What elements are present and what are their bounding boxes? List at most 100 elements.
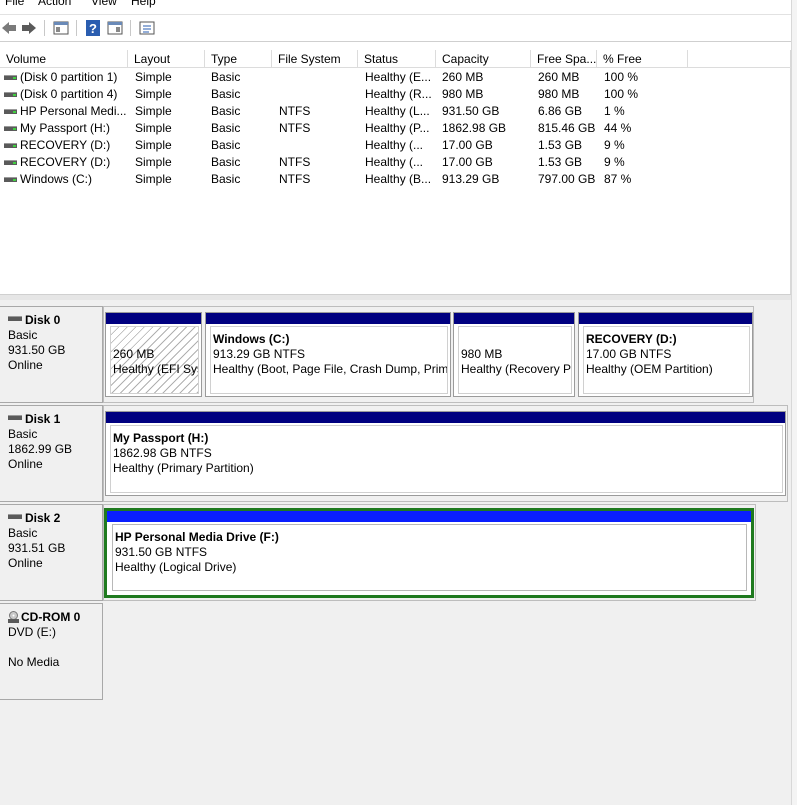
menu-action[interactable]: Action xyxy=(38,0,71,8)
disk-2-partitions: HP Personal Media Drive (F:) 931.50 GB N… xyxy=(103,504,756,601)
partition-title: Windows (C:) xyxy=(213,332,290,346)
cell-percent-free: 100 % xyxy=(604,70,639,84)
volume-row[interactable]: My Passport (H:) Simple Basic NTFS Healthy (… xyxy=(0,120,791,137)
partition-windows-c[interactable]: Windows (C:) 913.29 GB NTFS Healthy (Boo… xyxy=(205,312,451,397)
cell-volume: RECOVERY (D:) xyxy=(20,155,111,169)
cell-volume: RECOVERY (D:) xyxy=(20,138,111,152)
disk-0-partitions: 260 MB Healthy (EFI Syst Windows (C:) 91… xyxy=(103,306,754,403)
toolbar: ? xyxy=(0,14,797,42)
cell-layout: Simple xyxy=(135,155,172,169)
partition-status: Healthy (Primary Partition) xyxy=(113,461,254,475)
cell-volume: Windows (C:) xyxy=(20,172,93,186)
partition-size: 260 MB xyxy=(113,347,155,361)
volume-row[interactable]: RECOVERY (D:) Simple Basic NTFS Healthy (...… xyxy=(0,154,791,171)
cell-status: Healthy (R... xyxy=(365,87,432,101)
cell-volume: (Disk 0 partition 4) xyxy=(20,87,118,101)
disk-map: Disk 0 Basic 931.50 GB Online 260 MB Hea… xyxy=(0,300,791,805)
cell-status: Healthy (E... xyxy=(365,70,432,84)
forward-arrow-icon[interactable] xyxy=(20,19,38,37)
menu-bar: File Action View Help xyxy=(0,0,797,12)
cell-type: Basic xyxy=(211,121,241,135)
partition-bar xyxy=(579,313,752,324)
column-header-volume[interactable]: Volume xyxy=(0,50,128,68)
cell-status: Healthy (... xyxy=(365,155,424,169)
menu-help[interactable]: Help xyxy=(131,0,156,8)
volume-row[interactable]: (Disk 0 partition 4) Simple Basic Healthy (… xyxy=(0,86,791,103)
back-arrow-icon[interactable] xyxy=(0,19,18,37)
column-header-status[interactable]: Status xyxy=(358,50,436,68)
column-header-capacity[interactable]: Capacity xyxy=(436,50,531,68)
cell-percent-free: 9 % xyxy=(604,155,625,169)
partition-size: 1862.98 GB NTFS xyxy=(113,446,212,460)
partition-size: 980 MB xyxy=(461,347,503,361)
settings-list-icon[interactable] xyxy=(138,19,156,37)
disk-2-label[interactable]: Disk 2 Basic 931.51 GB Online xyxy=(0,504,103,601)
cell-percent-free: 44 % xyxy=(604,121,632,135)
volume-row[interactable]: Windows (C:) Simple Basic NTFS Healthy (B...… xyxy=(0,171,791,188)
disk-1-label[interactable]: Disk 1 Basic 1862.99 GB Online xyxy=(0,405,103,502)
partition-bar xyxy=(107,511,751,522)
cell-capacity: 1862.98 GB xyxy=(442,121,507,135)
cell-layout: Simple xyxy=(135,104,172,118)
volume-drive-icon xyxy=(4,126,17,131)
properties-icon[interactable] xyxy=(106,19,124,37)
partition-bar xyxy=(106,313,201,324)
partition-bar xyxy=(206,313,450,324)
column-header-free-space[interactable]: Free Spa... xyxy=(531,50,597,68)
partition-recovery-d[interactable]: RECOVERY (D:) 17.00 GB NTFS Healthy (OEM… xyxy=(578,312,753,397)
vertical-scrollbar[interactable] xyxy=(791,0,797,805)
partition-body: My Passport (H:) 1862.98 GB NTFS Healthy… xyxy=(110,425,783,493)
console-tree-icon[interactable] xyxy=(52,19,70,37)
cdrom-0-name: CD-ROM 0 xyxy=(21,610,81,624)
cell-free-space: 260 MB xyxy=(538,70,580,84)
disk-0-type: Basic xyxy=(8,328,38,342)
partition-hp-personal-media-f[interactable]: HP Personal Media Drive (F:) 931.50 GB N… xyxy=(104,508,754,598)
cell-percent-free: 100 % xyxy=(604,87,639,101)
volume-list-header: Volume Layout Type File System Status Ca… xyxy=(0,50,791,68)
partition-size: 931.50 GB NTFS xyxy=(115,545,208,559)
partition-efi[interactable]: 260 MB Healthy (EFI Syst xyxy=(105,312,202,397)
cell-layout: Simple xyxy=(135,70,172,84)
volume-row[interactable]: (Disk 0 partition 1) Simple Basic Healthy (… xyxy=(0,69,791,86)
cell-percent-free: 9 % xyxy=(604,138,625,152)
cell-free-space: 797.00 GB xyxy=(538,172,596,186)
cell-free-space: 1.53 GB xyxy=(538,155,583,169)
cell-status: Healthy (B... xyxy=(365,172,432,186)
column-header-file-system[interactable]: File System xyxy=(272,50,358,68)
partition-status: Healthy (OEM Partition) xyxy=(586,362,713,376)
column-header-layout[interactable]: Layout xyxy=(128,50,205,68)
toolbar-separator xyxy=(44,20,45,36)
disk-1-size: 1862.99 GB xyxy=(8,442,73,456)
volume-row[interactable]: RECOVERY (D:) Simple Basic Healthy (... 17.0… xyxy=(0,137,791,154)
partition-body: HP Personal Media Drive (F:) 931.50 GB N… xyxy=(112,524,747,591)
cell-file-system: NTFS xyxy=(279,172,311,186)
cell-layout: Simple xyxy=(135,121,172,135)
disk-0-label[interactable]: Disk 0 Basic 931.50 GB Online xyxy=(0,306,103,403)
cell-capacity: 931.50 GB xyxy=(442,104,500,118)
cell-status: Healthy (... xyxy=(365,138,424,152)
cell-type: Basic xyxy=(211,172,241,186)
partition-my-passport-h[interactable]: My Passport (H:) 1862.98 GB NTFS Healthy… xyxy=(105,411,786,496)
menu-view[interactable]: View xyxy=(91,0,117,8)
partition-status: Healthy (Boot, Page File, Crash Dump, Pr… xyxy=(213,362,448,376)
cell-layout: Simple xyxy=(135,138,172,152)
cd-drive-icon xyxy=(8,611,19,623)
column-header-type[interactable]: Type xyxy=(205,50,272,68)
menu-file[interactable]: File xyxy=(5,0,24,8)
partition-recovery-hidden[interactable]: 980 MB Healthy (Recovery Pa xyxy=(453,312,575,397)
help-icon[interactable]: ? xyxy=(84,19,102,37)
volume-drive-icon xyxy=(4,109,17,114)
disk-2-state: Online xyxy=(8,556,43,570)
disk-icon xyxy=(8,316,22,321)
cell-type: Basic xyxy=(211,70,241,84)
disk-icon xyxy=(8,514,22,519)
cell-capacity: 17.00 GB xyxy=(442,155,493,169)
svg-text:?: ? xyxy=(89,21,97,36)
cdrom-0-label[interactable]: CD-ROM 0 DVD (E:) No Media xyxy=(0,603,103,700)
cell-type: Basic xyxy=(211,104,241,118)
partition-status: Healthy (Recovery Pa xyxy=(461,362,572,376)
column-header-percent-free[interactable]: % Free xyxy=(597,50,688,68)
volume-row[interactable]: HP Personal Medi... Simple Basic NTFS Health… xyxy=(0,103,791,120)
volume-drive-icon xyxy=(4,143,17,148)
cell-type: Basic xyxy=(211,138,241,152)
